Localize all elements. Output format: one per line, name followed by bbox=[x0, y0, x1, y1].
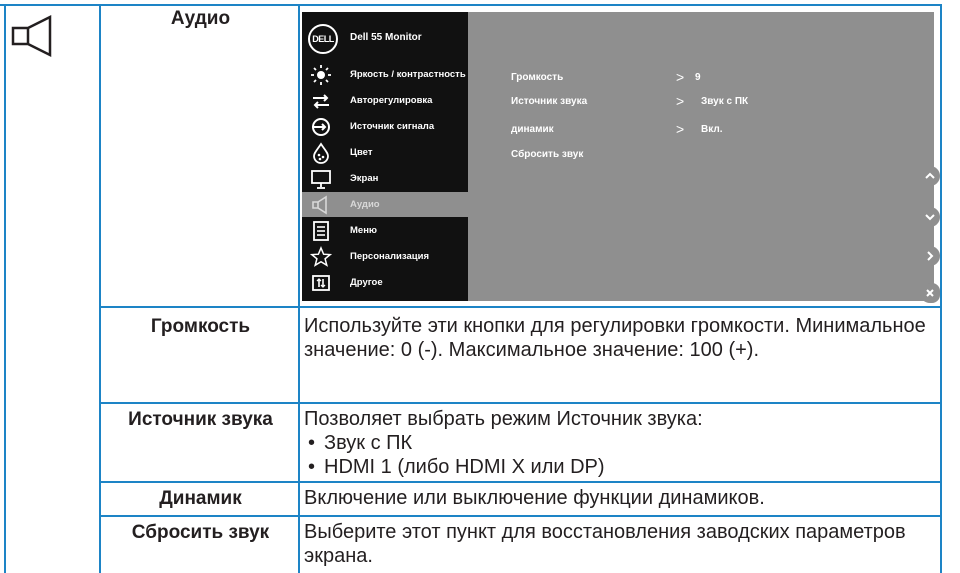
row-desc-reset-audio: Выберите этот пункт для восстановления з… bbox=[304, 521, 906, 567]
icon-cell bbox=[0, 0, 100, 573]
table-rule bbox=[4, 4, 6, 573]
osd-submenu: Громкость > 9 Источник звука > Звук с ПК… bbox=[468, 12, 934, 301]
chevron-right-icon: > bbox=[676, 121, 685, 137]
row-label-reset-audio: Сбросить звук bbox=[131, 522, 270, 543]
table-rule bbox=[298, 4, 300, 573]
osd-screenshot: DELL Dell 55 Monitor Яркость / контрастн… bbox=[302, 12, 934, 301]
chevron-down-icon bbox=[925, 214, 935, 221]
section-title: Аудио bbox=[170, 8, 231, 29]
table-rule bbox=[99, 4, 101, 573]
menu-item-label: Авторегулировка bbox=[350, 95, 433, 106]
input-source-icon bbox=[312, 118, 330, 136]
menu-item-label: Аудио bbox=[350, 199, 380, 210]
menu-item-label: Яркость / контрастность bbox=[350, 69, 466, 80]
list-item: Звук с ПК bbox=[304, 431, 934, 455]
menu-item-menu[interactable]: Меню bbox=[302, 218, 468, 243]
up-button[interactable] bbox=[920, 166, 940, 186]
menu-item-brightness[interactable]: Яркость / контрастность bbox=[302, 62, 468, 87]
submenu-item-value: Звук с ПК bbox=[701, 96, 749, 107]
submenu-item-value: Вкл. bbox=[701, 124, 723, 135]
close-icon bbox=[926, 289, 934, 297]
monitor-title: Dell 55 Monitor bbox=[350, 32, 422, 43]
table-rule bbox=[0, 4, 942, 6]
menu-item-label: Меню bbox=[350, 225, 378, 236]
option-list: Звук с ПК HDMI 1 (либо HDMI X или DP) bbox=[304, 431, 934, 479]
menu-icon bbox=[313, 221, 329, 241]
menu-item-display[interactable]: Экран bbox=[302, 166, 468, 191]
list-item: HDMI 1 (либо HDMI X или DP) bbox=[304, 455, 934, 479]
menu-item-auto-adjust[interactable]: Авторегулировка bbox=[302, 88, 468, 113]
menu-item-label: Персонализация bbox=[350, 251, 430, 262]
menu-item-others[interactable]: Другое bbox=[302, 270, 468, 295]
down-button[interactable] bbox=[920, 207, 940, 227]
table-rule bbox=[99, 402, 942, 404]
row-desc-speaker: Включение или выключение функции динамик… bbox=[304, 487, 765, 509]
submenu-item-label: динамик bbox=[511, 124, 554, 135]
table-rule bbox=[940, 4, 942, 573]
display-icon bbox=[311, 170, 331, 189]
others-icon bbox=[312, 275, 330, 291]
color-icon bbox=[313, 142, 329, 164]
row-desc-audio-source: Позволяет выбрать режим Источник звука: … bbox=[304, 407, 934, 479]
right-button[interactable] bbox=[920, 246, 940, 266]
row-desc-text: Позволяет выбрать режим Источник звука: bbox=[304, 408, 703, 430]
submenu-item-value: 9 bbox=[695, 72, 701, 83]
submenu-item-label: Источник звука bbox=[511, 96, 588, 107]
speaker-icon bbox=[11, 14, 52, 58]
table-rule bbox=[99, 515, 942, 517]
speaker-icon bbox=[312, 195, 327, 215]
menu-item-input-source[interactable]: Источник сигнала bbox=[302, 114, 468, 139]
row-desc-volume: Используйте эти кнопки для регулировки г… bbox=[304, 315, 926, 361]
table-rule bbox=[99, 481, 942, 483]
chevron-right-icon: > bbox=[676, 93, 685, 109]
submenu-item-label: Сбросить звук bbox=[511, 149, 584, 160]
menu-item-audio[interactable]: Аудио bbox=[302, 192, 468, 217]
menu-item-color[interactable]: Цвет bbox=[302, 140, 468, 165]
row-label-audio-source: Источник звука bbox=[128, 409, 273, 430]
row-label-speaker: Динамик bbox=[159, 488, 242, 509]
chevron-right-icon bbox=[927, 251, 934, 261]
dell-logo: DELL bbox=[308, 24, 338, 54]
menu-item-label: Экран bbox=[350, 173, 379, 184]
chevron-right-icon: > bbox=[676, 69, 685, 85]
menu-item-label: Другое bbox=[350, 277, 383, 288]
chevron-up-icon bbox=[925, 172, 935, 179]
star-icon bbox=[310, 246, 332, 267]
table-rule bbox=[99, 306, 942, 308]
exit-button[interactable] bbox=[920, 283, 940, 303]
brightness-icon bbox=[311, 65, 331, 85]
osd-main-menu: DELL Dell 55 Monitor Яркость / контрастн… bbox=[302, 12, 468, 301]
menu-item-label: Цвет bbox=[350, 147, 373, 158]
submenu-item-label: Громкость bbox=[511, 72, 564, 83]
row-label-volume: Громкость bbox=[150, 316, 251, 337]
menu-item-label: Источник сигнала bbox=[350, 121, 435, 132]
menu-item-personalize[interactable]: Персонализация bbox=[302, 244, 468, 269]
auto-adjust-icon bbox=[313, 94, 329, 109]
